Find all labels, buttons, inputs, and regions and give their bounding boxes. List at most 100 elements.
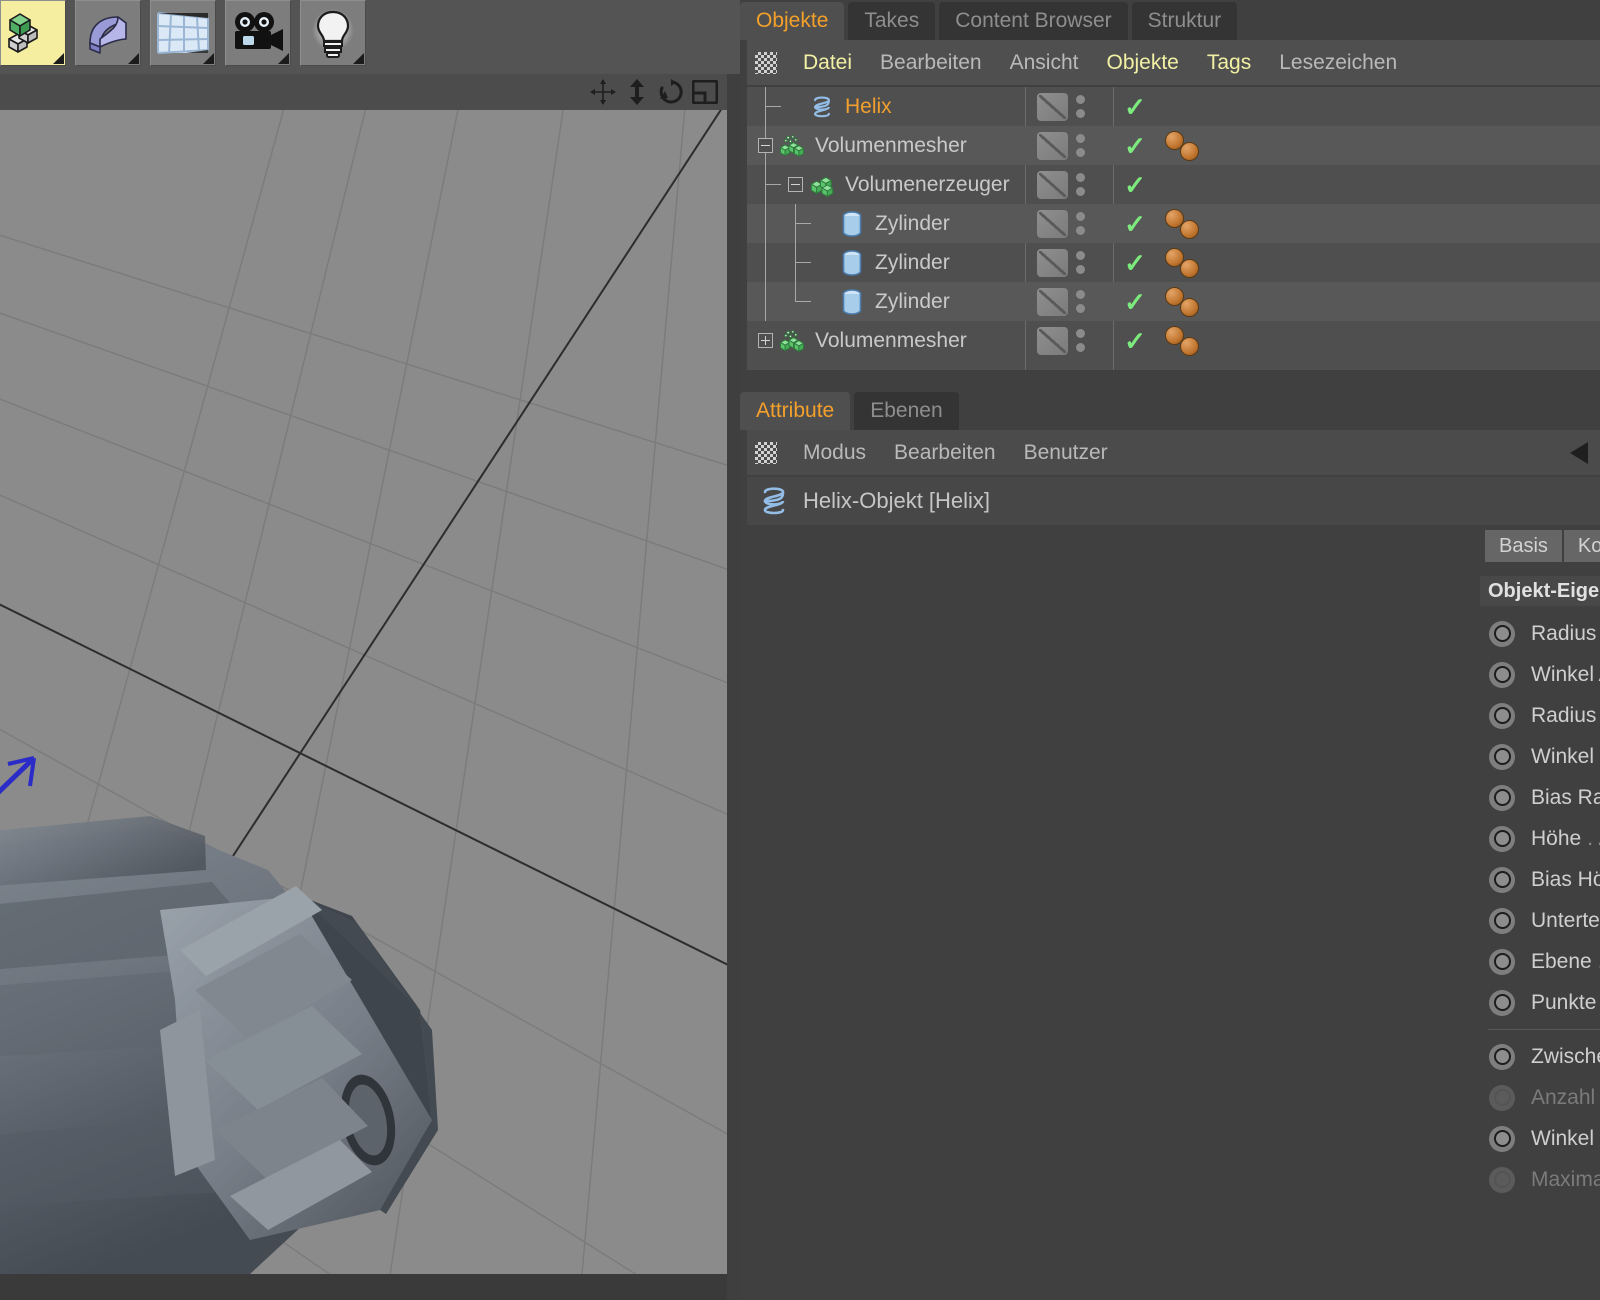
enable-check-icon[interactable]: ✓ — [1119, 250, 1151, 276]
viewport-3d-scene[interactable] — [0, 110, 727, 1274]
enable-check-icon[interactable]: ✓ — [1119, 94, 1151, 120]
material-tags-cell[interactable] — [1165, 285, 1207, 319]
spline-deformer-tool-button[interactable] — [75, 0, 141, 66]
property-row[interactable]: Unterteilung.......100 — [1480, 900, 1600, 941]
material-tag-icon[interactable] — [1180, 142, 1199, 161]
om-menu-ansicht[interactable]: Ansicht — [996, 51, 1093, 75]
om-menu-lesezeichen[interactable]: Lesezeichen — [1265, 51, 1411, 75]
visibility-dots-icon[interactable] — [1076, 212, 1085, 235]
property-animate-dot-icon[interactable] — [1489, 826, 1515, 852]
material-tags-cell[interactable] — [1165, 207, 1207, 241]
tree-row[interactable]: Volumenerzeuger✓ — [747, 165, 1600, 204]
property-row[interactable]: Winkel...........5 ° — [1480, 1118, 1600, 1159]
am-menu-bearbeiten[interactable]: Bearbeiten — [880, 441, 1010, 465]
property-animate-dot-icon[interactable] — [1489, 990, 1515, 1016]
tree-row-name-cell[interactable]: Volumenmesher — [747, 321, 1025, 360]
tree-row-tag-cell[interactable] — [1037, 327, 1113, 355]
property-row[interactable]: Höhe...........620 cm — [1480, 818, 1600, 859]
display-tag-icon[interactable] — [1037, 171, 1068, 199]
display-tag-icon[interactable] — [1037, 249, 1068, 277]
visibility-dots-icon[interactable] — [1076, 134, 1085, 157]
property-row[interactable]: Winkel Ende........1440 ° — [1480, 736, 1600, 777]
tree-row-tag-cell[interactable] — [1037, 132, 1113, 160]
property-animate-dot-icon[interactable] — [1489, 744, 1515, 770]
enable-check-icon[interactable]: ✓ — [1119, 133, 1151, 159]
material-tags-cell[interactable] — [1165, 246, 1207, 280]
layout-icon[interactable] — [691, 78, 719, 106]
property-row[interactable]: Anzahl...........8 — [1480, 1077, 1600, 1118]
property-row[interactable]: Ebene........ZY — [1480, 941, 1600, 982]
tree-row[interactable]: Zylinder ✓ — [747, 243, 1600, 282]
visibility-dots-icon[interactable] — [1076, 290, 1085, 313]
material-tags-cell[interactable] — [1165, 324, 1207, 358]
property-row[interactable]: Bias Radius........50 % — [1480, 777, 1600, 818]
attribute-tab-ebenen[interactable]: Ebenen — [854, 392, 958, 430]
property-row[interactable]: Radius Anfang......100 cm — [1480, 613, 1600, 654]
property-row[interactable]: Punkte umdrehen — [1480, 982, 1600, 1023]
om-menu-objekte[interactable]: Objekte — [1092, 51, 1192, 75]
material-tags-cell[interactable] — [1165, 129, 1207, 163]
property-animate-dot-icon[interactable] — [1489, 908, 1515, 934]
tree-row-name-cell[interactable]: Helix — [747, 87, 1025, 126]
tree-row[interactable]: Helix ✓ — [747, 87, 1600, 126]
tree-row-name-cell[interactable]: Volumenerzeuger — [747, 165, 1025, 204]
property-row[interactable]: Winkel Anfang......0 ° — [1480, 654, 1600, 695]
material-tags-cell[interactable] — [1165, 90, 1207, 124]
property-animate-dot-icon[interactable] — [1489, 621, 1515, 647]
am-menu-benutzer[interactable]: Benutzer — [1010, 441, 1122, 465]
tree-row[interactable]: Volumenmesher ✓ — [747, 321, 1600, 360]
tree-row[interactable]: Zylinder ✓ — [747, 204, 1600, 243]
property-row[interactable]: Radius Ende........100 cm — [1480, 695, 1600, 736]
visibility-dots-icon[interactable] — [1076, 173, 1085, 196]
material-tag-icon[interactable] — [1180, 337, 1199, 356]
object-tab-takes[interactable]: Takes — [848, 2, 935, 40]
pan-icon[interactable] — [589, 78, 617, 106]
om-menu-tags[interactable]: Tags — [1193, 51, 1265, 75]
visibility-dots-icon[interactable] — [1076, 329, 1085, 352]
display-tag-icon[interactable] — [1037, 210, 1068, 238]
attribute-tab-attribute[interactable]: Attribute — [740, 392, 850, 430]
display-tag-icon[interactable] — [1037, 93, 1068, 121]
property-animate-dot-icon[interactable] — [1489, 703, 1515, 729]
property-animate-dot-icon[interactable] — [1489, 867, 1515, 893]
visibility-dots-icon[interactable] — [1076, 251, 1085, 274]
property-animate-dot-icon[interactable] — [1489, 1167, 1515, 1193]
property-animate-dot-icon[interactable] — [1489, 1085, 1515, 1111]
enable-check-icon[interactable]: ✓ — [1119, 328, 1151, 354]
enable-check-icon[interactable]: ✓ — [1119, 211, 1151, 237]
visibility-dots-icon[interactable] — [1076, 95, 1085, 118]
object-tree[interactable]: Helix✓Volumenmesher✓Volumenerzeuger✓Zyli… — [747, 87, 1600, 370]
collapse-left-arrow-icon[interactable] — [1570, 442, 1588, 464]
collapse-expander-icon[interactable] — [788, 177, 803, 192]
tree-row-name-cell[interactable]: Zylinder — [747, 243, 1025, 282]
subtab-koord[interactable]: Koord. — [1564, 530, 1600, 562]
property-animate-dot-icon[interactable] — [1489, 1126, 1515, 1152]
floor-environment-tool-button[interactable] — [150, 0, 216, 66]
tree-row-tag-cell[interactable] — [1037, 249, 1113, 277]
material-tags-cell[interactable] — [1165, 168, 1207, 202]
property-row[interactable]: Maximale Länge.....5 cm — [1480, 1159, 1600, 1200]
tree-row-tag-cell[interactable] — [1037, 210, 1113, 238]
om-menu-datei[interactable]: Datei — [789, 51, 866, 75]
object-tab-struktur[interactable]: Struktur — [1132, 2, 1238, 40]
tree-row-name-cell[interactable]: Zylinder — [747, 204, 1025, 243]
object-tab-content-browser[interactable]: Content Browser — [939, 2, 1127, 40]
property-animate-dot-icon[interactable] — [1489, 662, 1515, 688]
light-tool-button[interactable] — [300, 0, 366, 66]
enable-check-icon[interactable]: ✓ — [1119, 289, 1151, 315]
viewport-panel[interactable] — [0, 74, 727, 1274]
material-tag-icon[interactable] — [1180, 259, 1199, 278]
subtab-basis[interactable]: Basis — [1485, 530, 1562, 562]
display-tag-icon[interactable] — [1037, 327, 1068, 355]
material-tag-icon[interactable] — [1180, 298, 1199, 317]
attr-menu-grip-icon[interactable] — [755, 442, 777, 464]
tree-row[interactable]: Volumenmesher✓ — [747, 126, 1600, 165]
expand-expander-icon[interactable] — [758, 333, 773, 348]
property-animate-dot-icon[interactable] — [1489, 949, 1515, 975]
tree-row-tag-cell[interactable] — [1037, 288, 1113, 316]
tree-row-name-cell[interactable]: Zylinder — [747, 282, 1025, 321]
tree-row-tag-cell[interactable] — [1037, 171, 1113, 199]
rotate-icon[interactable] — [657, 78, 685, 106]
property-row[interactable]: Bias Höhe.........50 % — [1480, 859, 1600, 900]
display-tag-icon[interactable] — [1037, 288, 1068, 316]
